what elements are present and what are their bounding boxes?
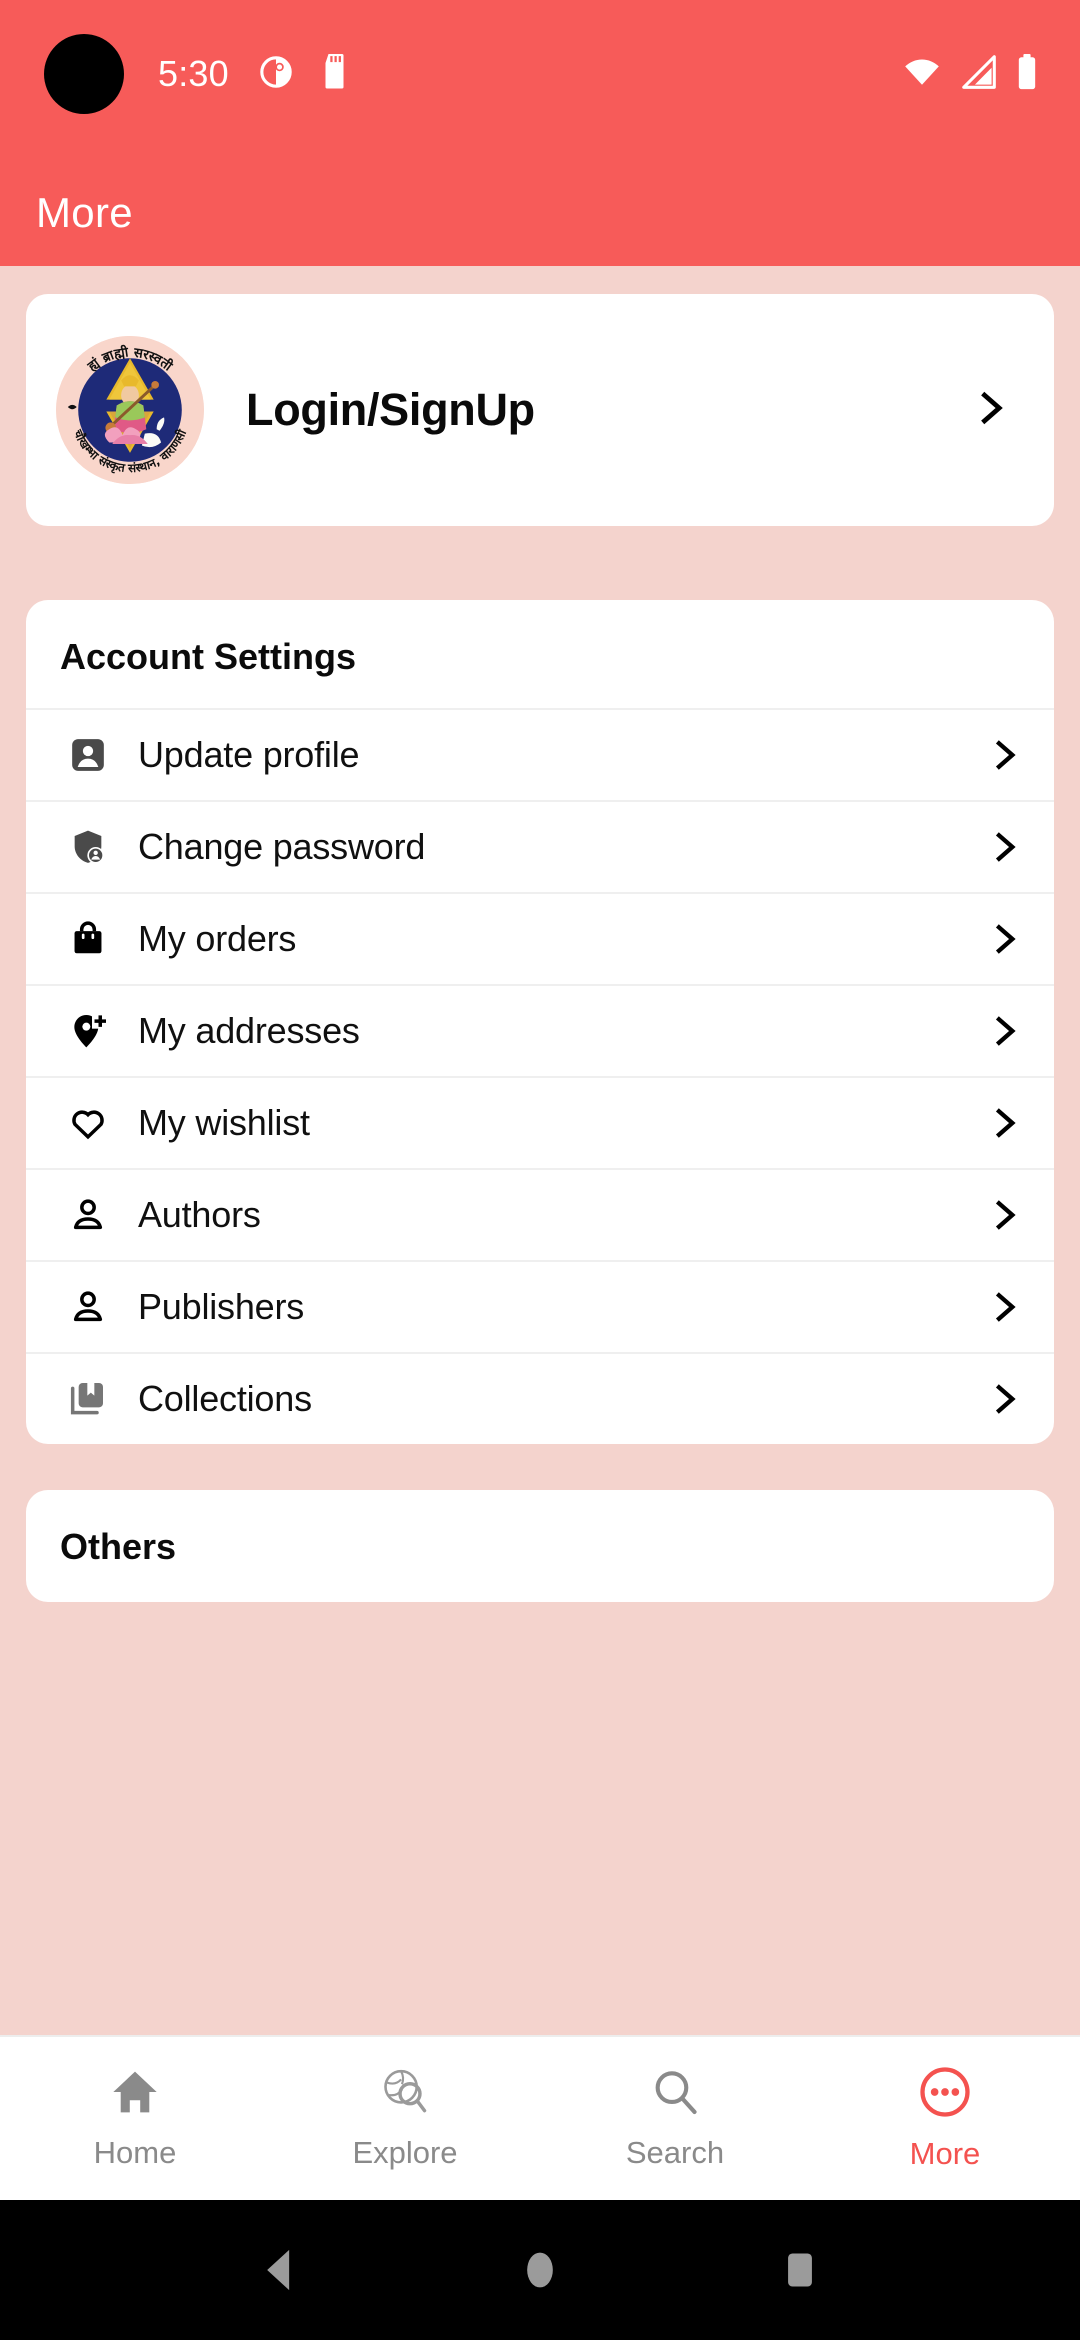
status-system-icons — [902, 34, 1044, 114]
nav-label: Explore — [352, 2135, 458, 2170]
status-time: 5:30 — [158, 53, 229, 94]
chevron-right-icon[interactable] — [984, 919, 1024, 959]
chevron-right-icon[interactable] — [984, 1011, 1024, 1051]
others-title: Others — [60, 1526, 177, 1567]
menu-item-label: Authors — [138, 1194, 261, 1235]
nav-item-home[interactable]: Home — [0, 2066, 270, 2171]
wifi-icon — [902, 56, 942, 93]
menu-item-update-profile[interactable]: Update profile — [26, 708, 1054, 800]
menu-item-label: Publishers — [138, 1286, 305, 1327]
account-settings-card: Account Settings Update profile Change p… — [26, 600, 1054, 1444]
menu-item-label: Change password — [138, 826, 426, 867]
nav-label: Home — [93, 2135, 177, 2170]
more-dots-icon — [918, 2065, 972, 2124]
shopping-bag-icon — [60, 920, 116, 958]
account-settings-title: Account Settings — [60, 636, 357, 677]
camera-punch-hole — [44, 34, 124, 114]
person-outline-icon — [60, 1287, 116, 1327]
back-button[interactable] — [258, 2246, 302, 2294]
menu-item-label: My orders — [138, 918, 297, 959]
menu-item-change-password[interactable]: Change password — [26, 800, 1054, 892]
contacts-sync-icon — [259, 55, 293, 94]
heart-outline-icon — [60, 1103, 116, 1143]
menu-item-label: My addresses — [138, 1010, 360, 1051]
chevron-right-icon[interactable] — [968, 386, 1012, 435]
android-navigation-bar — [0, 2200, 1080, 2340]
recents-button[interactable] — [778, 2246, 822, 2294]
login-signup-label[interactable]: Login/SignUp — [246, 384, 535, 436]
menu-item-my-orders[interactable]: My orders — [26, 892, 1054, 984]
home-button[interactable] — [518, 2246, 562, 2294]
home-icon — [109, 2066, 161, 2123]
menu-item-authors[interactable]: Authors — [26, 1168, 1054, 1260]
chevron-right-icon[interactable] — [984, 827, 1024, 867]
person-outline-icon — [60, 1195, 116, 1235]
chevron-right-icon[interactable] — [984, 1103, 1024, 1143]
nav-item-more[interactable]: More — [810, 2065, 1080, 2172]
saraswati-emblem-logo: ह्यं ब्राह्मी सरस्वती चौखम्भा संस्कृत सं… — [56, 336, 204, 484]
add-location-icon — [60, 1011, 116, 1051]
collections-bookmark-icon — [60, 1379, 116, 1419]
account-box-icon — [60, 735, 116, 775]
shield-person-icon — [60, 827, 116, 867]
chevron-right-icon[interactable] — [984, 735, 1024, 775]
bottom-navigation-bar: Home Explore Search More — [0, 2035, 1080, 2200]
app-bar: More — [0, 160, 1080, 266]
nav-label: More — [909, 2136, 981, 2171]
status-notification-icons — [259, 34, 351, 114]
search-icon — [649, 2066, 701, 2123]
login-signup-card[interactable]: ह्यं ब्राह्मी सरस्वती चौखम्भा संस्कृत सं… — [26, 294, 1054, 526]
cellular-signal-icon — [960, 54, 998, 94]
menu-item-label: Collections — [138, 1378, 312, 1419]
nav-label: Search — [625, 2135, 725, 2170]
menu-item-my-wishlist[interactable]: My wishlist — [26, 1076, 1054, 1168]
chevron-right-icon[interactable] — [984, 1379, 1024, 1419]
menu-item-label: My wishlist — [138, 1102, 310, 1143]
menu-item-publishers[interactable]: Publishers — [26, 1260, 1054, 1352]
menu-item-label: Update profile — [138, 734, 360, 775]
nav-item-search[interactable]: Search — [540, 2066, 810, 2171]
explore-icon — [379, 2066, 431, 2123]
battery-icon — [1016, 53, 1038, 95]
phone-screen: 5:30 More ह्यं ब्राह्मी सरस्वती चौखम्भा … — [0, 0, 1080, 2340]
page-title: More — [36, 189, 133, 236]
scroll-content[interactable]: ह्यं ब्राह्मी सरस्वती चौखम्भा संस्कृत सं… — [0, 266, 1080, 2035]
nav-item-explore[interactable]: Explore — [270, 2066, 540, 2171]
sd-card-icon — [321, 53, 351, 95]
menu-item-collections[interactable]: Collections — [26, 1352, 1054, 1444]
status-bar: 5:30 — [0, 0, 1080, 160]
menu-item-my-addresses[interactable]: My addresses — [26, 984, 1054, 1076]
chevron-right-icon[interactable] — [984, 1287, 1024, 1327]
others-card: Others — [26, 1490, 1054, 1602]
chevron-right-icon[interactable] — [984, 1195, 1024, 1235]
